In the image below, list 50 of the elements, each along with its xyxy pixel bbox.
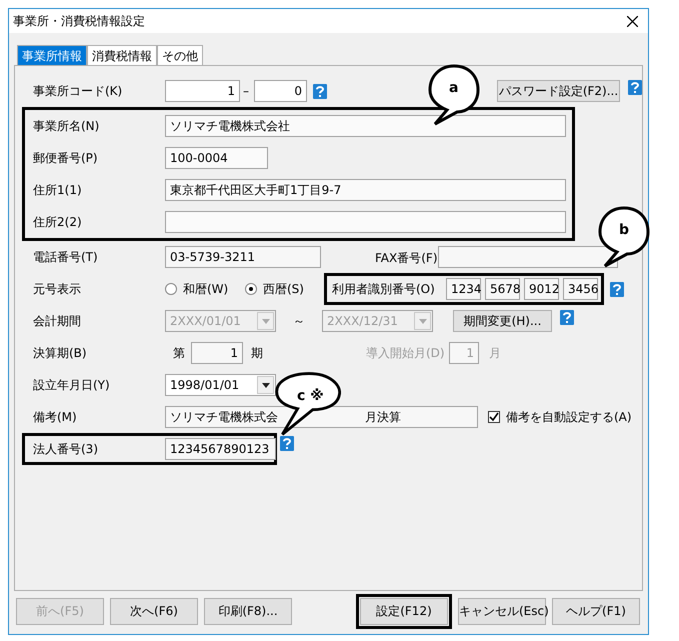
id-field[interactable]: 9012 [524,278,559,300]
code-field[interactable]: 0 [254,80,307,102]
suffix-text: 期 [251,345,264,362]
field-label: 事業所名(N) [33,118,100,135]
code-field[interactable]: 1 [165,80,240,102]
term-field[interactable]: 1 [191,342,243,364]
tilde-text: ～ [292,313,306,330]
callout-label: b [619,221,630,240]
id-field[interactable]: 1234 [446,278,481,300]
tab[interactable]: 事業所情報 [17,45,87,65]
field-label: 郵便番号(P) [33,150,99,167]
field-label: 備考(M) [33,409,78,426]
dialog-button[interactable]: キャンセル(Esc) [458,598,546,624]
field-label: 電話番号(T) [33,249,99,266]
field-label: 住所2(2) [33,214,83,231]
field-label: 設立年月日(Y) [33,377,111,394]
text-field[interactable]: ソリマチ電機株式会社 [165,115,566,137]
field-label: 会計期間 [33,313,82,330]
field-label: 住所1(1) [33,182,83,199]
text-field[interactable]: 東京都千代田区大手町1丁目9-7 [165,179,566,201]
tab[interactable]: 消費税情報 [87,45,157,65]
field-label: 決算期(B) [33,345,88,362]
dialog-button[interactable]: 次へ(F6) [110,598,198,624]
field-label: 導入開始月(D) [366,345,446,362]
radio-label: 西暦(S) [263,281,304,298]
dialog-button[interactable]: 設定(F12) [360,598,448,624]
corporate-number-field[interactable]: 1234567890123 [165,438,276,460]
field-label: 利用者識別番号(O) [332,281,436,298]
tab[interactable]: その他 [157,45,203,65]
note-field[interactable]: ソリマチ電機株式会 月決算 [165,406,478,428]
dialog-button[interactable]: 印刷(F8)... [204,598,292,624]
field-label: 元号表示 [33,281,82,298]
field-label: 事業所コード(K) [33,83,124,100]
suffix-text: 月 [489,345,501,362]
id-field[interactable]: 5678 [485,278,520,300]
date-dropdown[interactable]: 1998/01/01 [165,374,276,396]
callout-label: c ※ [297,387,324,406]
callout-label: a [449,79,458,98]
window-title: 事業所・消費税情報設定 [13,13,145,30]
field-label: FAX番号(F) [375,251,438,265]
prefix-text: 第 [173,345,185,362]
text-field[interactable]: 100-0004 [165,147,268,169]
id-field[interactable]: 3456 [563,278,598,300]
separator-text: – [243,83,249,100]
field-label: 法人番号(3) [33,441,99,458]
radio-label: 和暦(W) [183,281,228,298]
password-button[interactable]: パスワード設定(F2)... [497,80,620,102]
checkbox-label: 備考を自動設定する(A) [506,409,632,426]
phone-field[interactable]: 03-5739-3211 [165,246,321,268]
dialog-button[interactable]: ヘルプ(F1) [552,598,640,624]
